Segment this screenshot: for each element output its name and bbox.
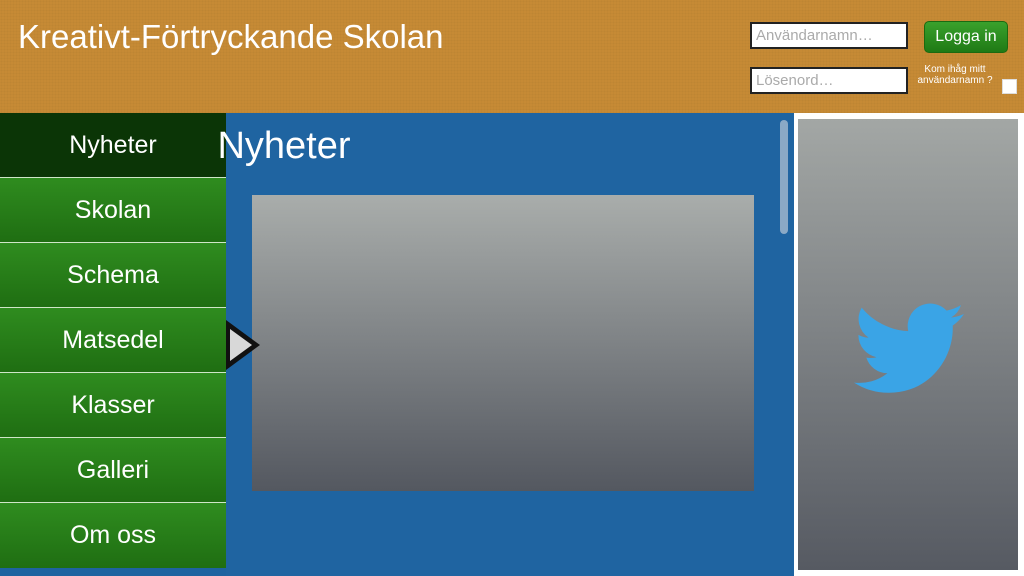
site-title: Kreativt-Förtryckande Skolan xyxy=(18,18,444,55)
news-slideshow-panel xyxy=(252,195,754,491)
scrollbar[interactable] xyxy=(780,120,788,234)
sidebar-nav: Nyheter Skolan Schema Matsedel Klasser G… xyxy=(0,113,226,576)
twitter-bird-icon[interactable] xyxy=(854,301,964,397)
nav-item-skolan[interactable]: Skolan xyxy=(0,178,226,243)
page-title: Nyheter xyxy=(217,125,351,167)
login-button[interactable]: Logga in xyxy=(924,21,1008,53)
nav-item-galleri[interactable]: Galleri xyxy=(0,438,226,503)
nav-item-om-oss[interactable]: Om oss xyxy=(0,503,226,568)
password-input[interactable] xyxy=(750,67,908,94)
remember-username-label: Kom ihåg mitt användarnamn ? xyxy=(917,64,993,86)
twitter-panel xyxy=(798,113,1024,576)
username-input[interactable] xyxy=(750,22,908,49)
site-header: Kreativt-Förtryckande Skolan Logga in Ko… xyxy=(0,0,1024,113)
nav-item-klasser[interactable]: Klasser xyxy=(0,373,226,438)
twitter-feed-area xyxy=(798,119,1018,570)
play-arrow-icon xyxy=(226,320,260,370)
nav-item-matsedel[interactable]: Matsedel xyxy=(0,308,226,373)
remember-username-checkbox[interactable] xyxy=(1002,79,1017,94)
nav-item-schema[interactable]: Schema xyxy=(0,243,226,308)
